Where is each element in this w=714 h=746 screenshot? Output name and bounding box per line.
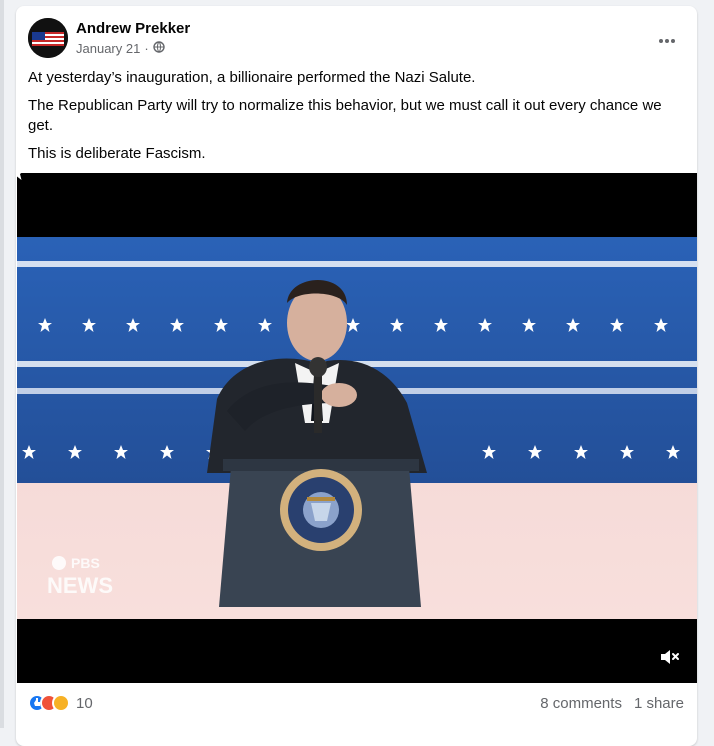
post-text: At yesterday’s inauguration, a billionai… — [28, 68, 684, 172]
post-paragraph-1: At yesterday’s inauguration, a billionai… — [28, 69, 476, 86]
more-dots-icon — [658, 31, 676, 49]
post-paragraph-3: This is deliberate Fascism. — [28, 145, 206, 162]
author-name[interactable]: Andrew Prekker — [76, 20, 190, 37]
post-paragraph-2: The Republican Party will try to normali… — [28, 97, 662, 134]
news-text: NEWS — [47, 573, 113, 598]
mute-button[interactable] — [655, 643, 683, 671]
video-player[interactable]: PBS NEWS — [17, 173, 697, 683]
left-scroll-strip — [0, 0, 4, 728]
post-card: Andrew Prekker January 21 · At yesterday… — [16, 6, 697, 746]
footer-actions: 8 comments 1 share — [540, 695, 684, 712]
post-footer: 10 8 comments 1 share — [28, 686, 684, 720]
podium — [219, 459, 421, 607]
sad-icon — [52, 694, 70, 712]
pbs-text: PBS — [71, 555, 100, 571]
reaction-count: 10 — [76, 694, 93, 712]
reactions-summary[interactable]: 10 — [28, 694, 93, 712]
muted-speaker-icon — [658, 647, 680, 667]
post-date[interactable]: January 21 — [76, 41, 140, 56]
avatar[interactable] — [28, 18, 68, 58]
shares-count[interactable]: 1 share — [634, 695, 684, 712]
globe-icon — [152, 41, 165, 56]
comments-count[interactable]: 8 comments — [540, 695, 622, 712]
more-options-button[interactable] — [649, 22, 685, 58]
meta-separator: · — [144, 41, 149, 56]
post-meta: January 21 · — [76, 41, 165, 56]
reaction-icons — [28, 694, 70, 712]
